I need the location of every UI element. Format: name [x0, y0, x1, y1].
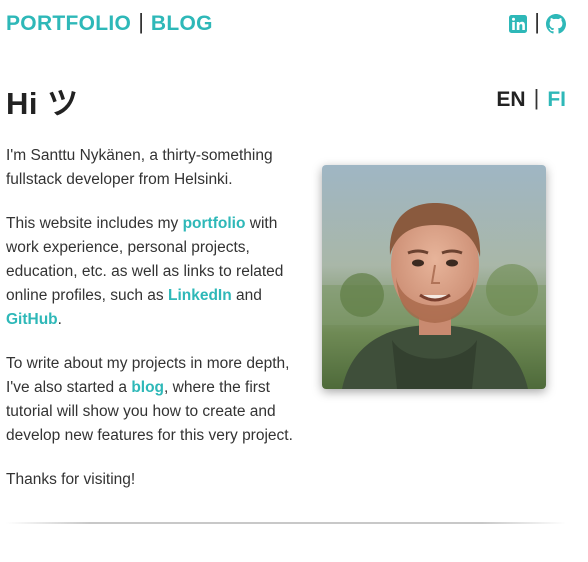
linkedin-icon-graphic [509, 15, 528, 33]
profile-photo [322, 165, 546, 389]
nav-blog-link[interactable]: BLOG [151, 12, 213, 36]
linkedin-icon[interactable] [508, 14, 528, 34]
hero-header: Hi ツ EN | FI [6, 80, 566, 121]
language-switcher: EN | FI [496, 85, 566, 113]
nav-portfolio-link[interactable]: PORTFOLIO [6, 12, 131, 36]
profile-photo-graphic [322, 165, 546, 389]
intro-paragraph-4: Thanks for visiting! [6, 471, 136, 488]
top-navigation: PORTFOLIO | BLOG | [6, 9, 566, 38]
blog-link[interactable]: blog [131, 379, 164, 396]
lang-separator: | [533, 85, 540, 110]
intro-paragraph-1: I'm Santtu Nykänen, a thirty-something f… [6, 147, 273, 188]
github-icon-graphic [546, 14, 566, 34]
nav-separator: | [138, 9, 144, 34]
p2-text-before: This website includes my [6, 215, 183, 232]
intro-paragraph-3: To write about my projects in more depth… [6, 352, 306, 448]
main-nav: PORTFOLIO | BLOG [6, 9, 213, 37]
github-link[interactable]: GitHub [6, 311, 58, 328]
social-links: | [508, 9, 566, 37]
p2-text-end: . [57, 311, 62, 328]
lang-fi-link[interactable]: FI [547, 88, 566, 112]
github-icon[interactable] [546, 14, 566, 34]
linkedin-link[interactable]: LinkedIn [168, 287, 232, 304]
p2-text-and: and [231, 287, 262, 304]
lang-en-option[interactable]: EN [496, 88, 525, 112]
intro-paragraph-2: This website includes my portfolio with … [6, 212, 306, 332]
page-title: Hi ツ [6, 85, 79, 121]
footer-divider [6, 522, 566, 524]
social-separator: | [534, 9, 540, 34]
intro-text: I'm Santtu Nykänen, a thirty-something f… [6, 144, 306, 512]
portfolio-link[interactable]: portfolio [183, 215, 246, 232]
